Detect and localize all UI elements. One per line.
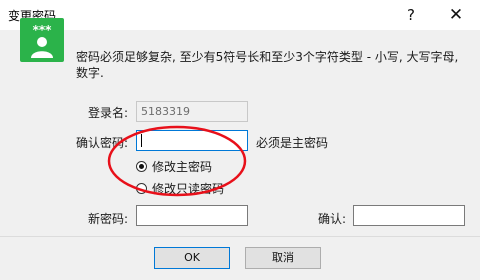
confirm-password-hint: 必须是主密码 xyxy=(256,136,329,150)
text-caret xyxy=(141,134,142,147)
radio-button-readonly[interactable] xyxy=(136,182,147,194)
icon-glyph: *** xyxy=(33,23,53,37)
close-button[interactable]: ✕ xyxy=(445,4,467,26)
confirm-new-password-label: 确认: xyxy=(318,212,347,226)
dialog-footer xyxy=(0,236,480,280)
radio-change-readonly-password[interactable]: 修改只读密码 xyxy=(136,180,224,196)
cancel-button[interactable]: 取消 xyxy=(245,247,321,269)
confirm-password-input[interactable] xyxy=(136,130,248,151)
radio-label-readonly: 修改只读密码 xyxy=(152,181,225,196)
confirm-password-label: 确认密码: xyxy=(76,136,129,150)
help-button[interactable]: ? xyxy=(400,4,422,26)
login-label: 登录名: xyxy=(88,106,129,120)
title-bar: 变更密码 ? ✕ xyxy=(0,0,480,30)
password-requirements-text: 密码必须足够复杂, 至少有5符号长和至少3个字符类型 - 小写, 大写字母, 数… xyxy=(76,50,459,80)
new-password-input[interactable] xyxy=(136,205,248,226)
radio-button-master[interactable] xyxy=(136,160,147,172)
radio-label-master: 修改主密码 xyxy=(152,159,213,174)
change-password-dialog: 变更密码 ? ✕ *** 密码必须足够复杂, 至少有5符号长和至少3个字符类型 … xyxy=(0,0,480,280)
login-field: 5183319 xyxy=(136,101,248,122)
confirm-new-password-input[interactable] xyxy=(353,205,465,226)
ok-button[interactable]: OK xyxy=(154,247,230,269)
new-password-label: 新密码: xyxy=(88,212,129,226)
radio-change-master-password[interactable]: 修改主密码 xyxy=(136,158,212,174)
user-key-icon: *** xyxy=(20,18,64,62)
